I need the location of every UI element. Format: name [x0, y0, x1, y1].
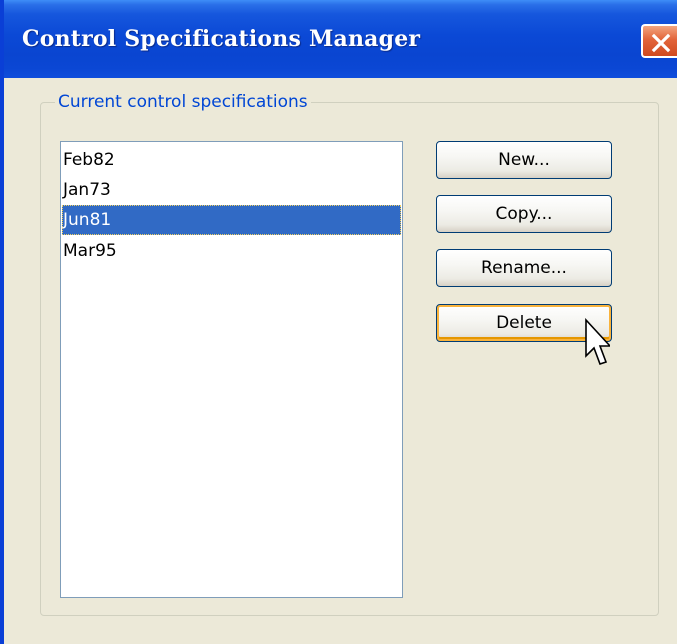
- title-bar[interactable]: Control Specifications Manager: [4, 0, 677, 78]
- close-icon: [651, 33, 671, 53]
- close-button[interactable]: [641, 24, 677, 58]
- copy-button[interactable]: Copy...: [436, 195, 612, 233]
- specifications-list[interactable]: Feb82 Jan73 Jun81 Mar95: [60, 141, 403, 598]
- list-item-jan73[interactable]: Jan73: [62, 175, 401, 205]
- list-item-mar95[interactable]: Mar95: [62, 236, 401, 266]
- list-item-jun81[interactable]: Jun81: [62, 205, 401, 235]
- new-button[interactable]: New...: [436, 141, 612, 179]
- list-item-feb82[interactable]: Feb82: [62, 145, 401, 175]
- group-label: Current control specifications: [55, 92, 311, 112]
- window-title: Control Specifications Manager: [22, 26, 421, 52]
- rename-button[interactable]: Rename...: [436, 249, 612, 287]
- mouse-pointer-icon: [585, 318, 610, 366]
